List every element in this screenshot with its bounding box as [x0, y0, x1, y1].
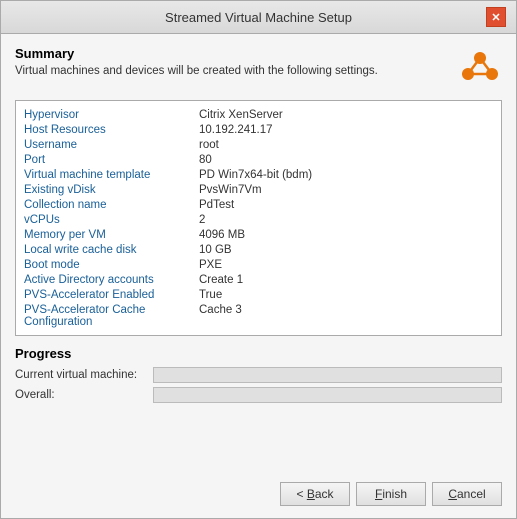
- info-value: 80: [199, 154, 212, 166]
- info-value: Create 1: [199, 274, 243, 286]
- progress-section: Progress Current virtual machine: Overal…: [15, 346, 502, 407]
- info-value: 10.192.241.17: [199, 124, 273, 136]
- overall-progress-row: Overall:: [15, 387, 502, 403]
- table-row: PVS-Accelerator EnabledTrue: [24, 287, 493, 302]
- table-row: Existing vDiskPvsWin7Vm: [24, 182, 493, 197]
- info-value: PXE: [199, 259, 222, 271]
- table-row: Host Resources10.192.241.17: [24, 122, 493, 137]
- info-label: Collection name: [24, 199, 199, 211]
- info-value: root: [199, 139, 219, 151]
- info-value: PdTest: [199, 199, 234, 211]
- info-value: PvsWin7Vm: [199, 184, 262, 196]
- overall-label: Overall:: [15, 389, 145, 401]
- info-label: PVS-Accelerator Cache Configuration: [24, 304, 199, 328]
- progress-title: Progress: [15, 346, 502, 361]
- table-row: Memory per VM4096 MB: [24, 227, 493, 242]
- info-label: Active Directory accounts: [24, 274, 199, 286]
- table-row: HypervisorCitrix XenServer: [24, 107, 493, 122]
- current-vm-progress-bar: [153, 367, 502, 383]
- close-button[interactable]: ✕: [486, 7, 506, 27]
- summary-text: Summary Virtual machines and devices wil…: [15, 46, 448, 77]
- info-label: Virtual machine template: [24, 169, 199, 181]
- table-row: PVS-Accelerator Cache ConfigurationCache…: [24, 302, 493, 329]
- finish-button[interactable]: Finish: [356, 482, 426, 506]
- table-row: vCPUs2: [24, 212, 493, 227]
- dialog-content: Summary Virtual machines and devices wil…: [1, 34, 516, 474]
- info-value: 2: [199, 214, 205, 226]
- info-label: Local write cache disk: [24, 244, 199, 256]
- table-row: Virtual machine templatePD Win7x64-bit (…: [24, 167, 493, 182]
- summary-description: Virtual machines and devices will be cre…: [15, 65, 448, 77]
- current-vm-progress-row: Current virtual machine:: [15, 367, 502, 383]
- table-row: Local write cache disk10 GB: [24, 242, 493, 257]
- info-value: 4096 MB: [199, 229, 245, 241]
- dialog: Streamed Virtual Machine Setup ✕ Summary…: [0, 0, 517, 519]
- button-bar: < Back Finish Cancel: [1, 474, 516, 518]
- table-row: Boot modePXE: [24, 257, 493, 272]
- cancel-button[interactable]: Cancel: [432, 482, 502, 506]
- info-label: PVS-Accelerator Enabled: [24, 289, 199, 301]
- info-label: Existing vDisk: [24, 184, 199, 196]
- info-label: vCPUs: [24, 214, 199, 226]
- overall-progress-bar: [153, 387, 502, 403]
- info-label: Hypervisor: [24, 109, 199, 121]
- info-value: Citrix XenServer: [199, 109, 283, 121]
- table-row: Active Directory accountsCreate 1: [24, 272, 493, 287]
- info-box: HypervisorCitrix XenServerHost Resources…: [15, 100, 502, 336]
- citrix-logo: [458, 46, 502, 90]
- title-bar: Streamed Virtual Machine Setup ✕: [1, 1, 516, 34]
- table-row: Collection namePdTest: [24, 197, 493, 212]
- info-value: True: [199, 289, 222, 301]
- summary-title: Summary: [15, 46, 448, 61]
- info-label: Username: [24, 139, 199, 151]
- info-label: Port: [24, 154, 199, 166]
- info-value: Cache 3: [199, 304, 242, 328]
- current-vm-label: Current virtual machine:: [15, 369, 145, 381]
- table-row: Port80: [24, 152, 493, 167]
- info-value: PD Win7x64-bit (bdm): [199, 169, 312, 181]
- info-label: Host Resources: [24, 124, 199, 136]
- table-row: Usernameroot: [24, 137, 493, 152]
- back-button[interactable]: < Back: [280, 482, 350, 506]
- info-label: Boot mode: [24, 259, 199, 271]
- summary-section: Summary Virtual machines and devices wil…: [15, 46, 502, 90]
- info-value: 10 GB: [199, 244, 232, 256]
- dialog-title: Streamed Virtual Machine Setup: [31, 10, 486, 25]
- info-label: Memory per VM: [24, 229, 199, 241]
